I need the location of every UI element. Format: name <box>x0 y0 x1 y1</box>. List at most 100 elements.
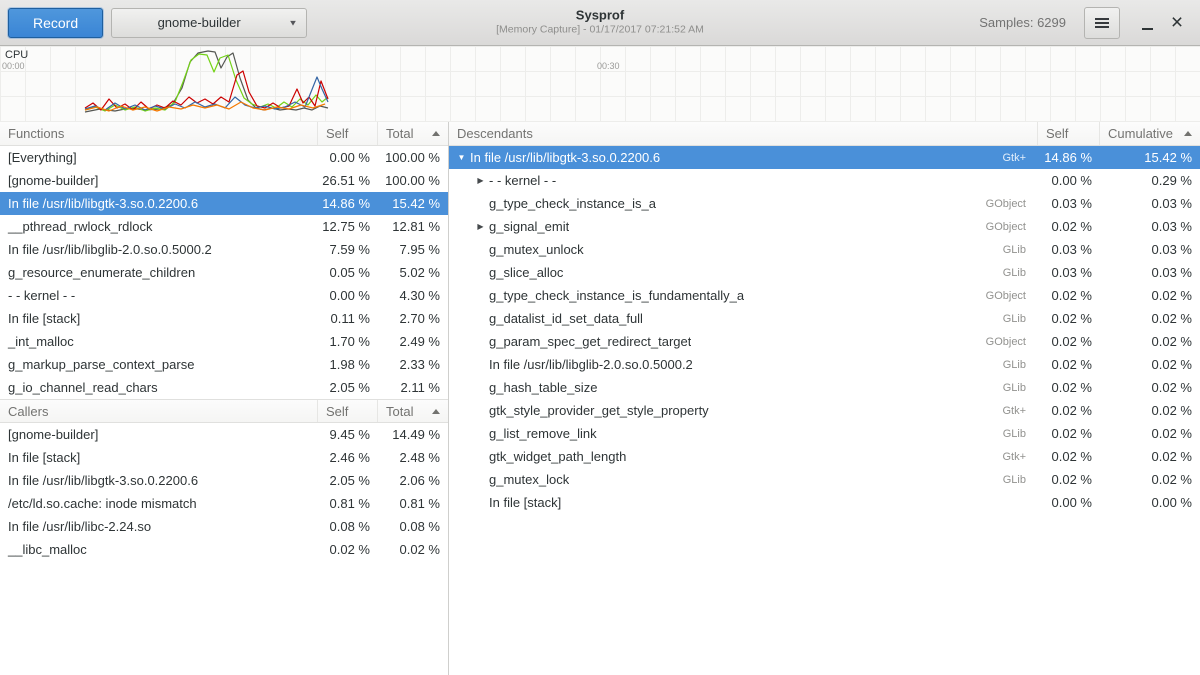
total-percent: 0.81 % <box>378 496 448 511</box>
total-percent: 12.81 % <box>378 219 448 234</box>
table-row[interactable]: - - kernel - -0.00 %4.30 % <box>0 284 448 307</box>
table-row[interactable]: /etc/ld.so.cache: inode mismatch0.81 %0.… <box>0 492 448 515</box>
total-percent: 4.30 % <box>378 288 448 303</box>
function-name: - - kernel - - <box>489 173 556 188</box>
chevron-down-icon: ▼ <box>288 18 298 27</box>
cumulative-percent: 0.02 % <box>1100 334 1200 349</box>
table-row[interactable]: ▶- - kernel - -0.00 %0.29 % <box>449 169 1200 192</box>
table-row[interactable]: In file /usr/lib/libc-2.24.so0.08 %0.08 … <box>0 515 448 538</box>
function-name: g_list_remove_link <box>489 426 597 441</box>
table-row[interactable]: g_list_remove_linkGLib0.02 %0.02 % <box>449 422 1200 445</box>
process-selector-label: gnome-builder <box>112 9 286 37</box>
column-header-callers[interactable]: Callers <box>0 400 318 422</box>
tree-cell: ▼In file /usr/lib/libgtk-3.so.0.2200.6 <box>449 150 968 165</box>
column-header-self[interactable]: Self <box>1038 122 1100 145</box>
tree-cell: g_param_spec_get_redirect_target <box>449 334 968 349</box>
column-header-descendants[interactable]: Descendants <box>449 122 1038 145</box>
table-row[interactable]: In file /usr/lib/libgtk-3.so.0.2200.614.… <box>0 192 448 215</box>
function-name: g_type_check_instance_is_a <box>489 196 656 211</box>
function-name: In file /usr/lib/libgtk-3.so.0.2200.6 <box>0 473 318 488</box>
table-row[interactable]: [gnome-builder]26.51 %100.00 % <box>0 169 448 192</box>
table-row[interactable]: g_hash_table_sizeGLib0.02 %0.02 % <box>449 376 1200 399</box>
table-row[interactable]: g_mutex_lockGLib0.02 %0.02 % <box>449 468 1200 491</box>
tree-cell: g_type_check_instance_is_a <box>449 196 968 211</box>
cpu-series-cpu-blue <box>85 77 328 110</box>
hamburger-icon <box>1095 22 1109 24</box>
cumulative-percent: 0.02 % <box>1100 357 1200 372</box>
total-percent: 7.95 % <box>378 242 448 257</box>
samples-count: Samples: 6299 <box>979 15 1066 30</box>
self-percent: 14.86 % <box>1038 150 1100 165</box>
table-row[interactable]: [gnome-builder]9.45 %14.49 % <box>0 423 448 446</box>
column-header-total[interactable]: Total <box>378 400 448 422</box>
window-subtitle: [Memory Capture] - 01/17/2017 07:21:52 A… <box>496 24 704 38</box>
self-percent: 0.02 % <box>1038 403 1100 418</box>
column-header-label: Total <box>386 404 413 419</box>
self-percent: 0.02 % <box>1038 311 1100 326</box>
self-percent: 0.00 % <box>1038 173 1100 188</box>
menu-button[interactable] <box>1084 7 1120 39</box>
left-pane: Functions Self Total [Everything]0.00 %1… <box>0 122 448 675</box>
self-percent: 2.46 % <box>318 450 378 465</box>
function-name: g_resource_enumerate_children <box>0 265 318 280</box>
table-row[interactable]: g_markup_parse_context_parse1.98 %2.33 % <box>0 353 448 376</box>
column-header-self[interactable]: Self <box>318 122 378 145</box>
tree-cell: ▶- - kernel - - <box>449 173 968 188</box>
process-selector[interactable]: gnome-builder ▼ <box>111 8 307 38</box>
function-name: __pthread_rwlock_rdlock <box>0 219 318 234</box>
table-row[interactable]: __pthread_rwlock_rdlock12.75 %12.81 % <box>0 215 448 238</box>
self-percent: 0.02 % <box>318 542 378 557</box>
library-tag: GObject <box>968 198 1038 210</box>
tree-cell: g_list_remove_link <box>449 426 968 441</box>
self-percent: 7.59 % <box>318 242 378 257</box>
minimize-button[interactable] <box>1132 8 1162 38</box>
table-row[interactable]: In file [stack]0.11 %2.70 % <box>0 307 448 330</box>
headerbar-right: Samples: 6299 × <box>979 7 1192 39</box>
table-row[interactable]: g_datalist_id_set_data_fullGLib0.02 %0.0… <box>449 307 1200 330</box>
tree-cell: In file [stack] <box>449 495 968 510</box>
column-header-cumulative[interactable]: Cumulative <box>1100 122 1200 145</box>
function-name: In file [stack] <box>0 450 318 465</box>
library-tag: GLib <box>968 267 1038 279</box>
table-row[interactable]: In file /usr/lib/libglib-2.0.so.0.5000.2… <box>0 238 448 261</box>
self-percent: 0.00 % <box>1038 495 1100 510</box>
table-row[interactable]: __libc_malloc0.02 %0.02 % <box>0 538 448 561</box>
function-name: gtk_style_provider_get_style_property <box>489 403 709 418</box>
table-row[interactable]: gtk_style_provider_get_style_propertyGtk… <box>449 399 1200 422</box>
close-button[interactable]: × <box>1162 8 1192 38</box>
column-header-functions[interactable]: Functions <box>0 122 318 145</box>
cpu-usage-chart <box>0 46 1200 122</box>
window-title: Sysprof <box>496 7 704 24</box>
expander-icon[interactable]: ▶ <box>472 222 489 231</box>
cpu-graph[interactable]: CPU 00:00 00:30 <box>0 46 1200 122</box>
table-row[interactable]: _int_malloc1.70 %2.49 % <box>0 330 448 353</box>
table-row[interactable]: gtk_widget_path_lengthGtk+0.02 %0.02 % <box>449 445 1200 468</box>
total-percent: 5.02 % <box>378 265 448 280</box>
function-name: [gnome-builder] <box>0 427 318 442</box>
table-row[interactable]: [Everything]0.00 %100.00 % <box>0 146 448 169</box>
table-row[interactable]: g_mutex_unlockGLib0.03 %0.03 % <box>449 238 1200 261</box>
table-row[interactable]: g_io_channel_read_chars2.05 %2.11 % <box>0 376 448 399</box>
table-row[interactable]: g_type_check_instance_is_aGObject0.03 %0… <box>449 192 1200 215</box>
function-name: _int_malloc <box>0 334 318 349</box>
callers-table: [gnome-builder]9.45 %14.49 %In file [sta… <box>0 423 448 675</box>
table-row[interactable]: g_param_spec_get_redirect_targetGObject0… <box>449 330 1200 353</box>
table-row[interactable]: In file /usr/lib/libglib-2.0.so.0.5000.2… <box>449 353 1200 376</box>
self-percent: 0.02 % <box>1038 219 1100 234</box>
expander-icon[interactable]: ▼ <box>453 153 470 162</box>
table-row[interactable]: In file [stack]0.00 %0.00 % <box>449 491 1200 514</box>
expander-icon[interactable]: ▶ <box>472 176 489 185</box>
table-row[interactable]: g_resource_enumerate_children0.05 %5.02 … <box>0 261 448 284</box>
table-row[interactable]: ▶g_signal_emitGObject0.02 %0.03 % <box>449 215 1200 238</box>
record-button[interactable]: Record <box>8 8 103 38</box>
table-row[interactable]: In file [stack]2.46 %2.48 % <box>0 446 448 469</box>
table-row[interactable]: g_type_check_instance_is_fundamentally_a… <box>449 284 1200 307</box>
time-label-start: 00:00 <box>2 61 25 71</box>
table-row[interactable]: ▼In file /usr/lib/libgtk-3.so.0.2200.6Gt… <box>449 146 1200 169</box>
table-row[interactable]: In file /usr/lib/libgtk-3.so.0.2200.62.0… <box>0 469 448 492</box>
headerbar: Record gnome-builder ▼ Sysprof [Memory C… <box>0 0 1200 46</box>
column-header-total[interactable]: Total <box>378 122 448 145</box>
tree-cell: gtk_style_provider_get_style_property <box>449 403 968 418</box>
column-header-self[interactable]: Self <box>318 400 378 422</box>
table-row[interactable]: g_slice_allocGLib0.03 %0.03 % <box>449 261 1200 284</box>
